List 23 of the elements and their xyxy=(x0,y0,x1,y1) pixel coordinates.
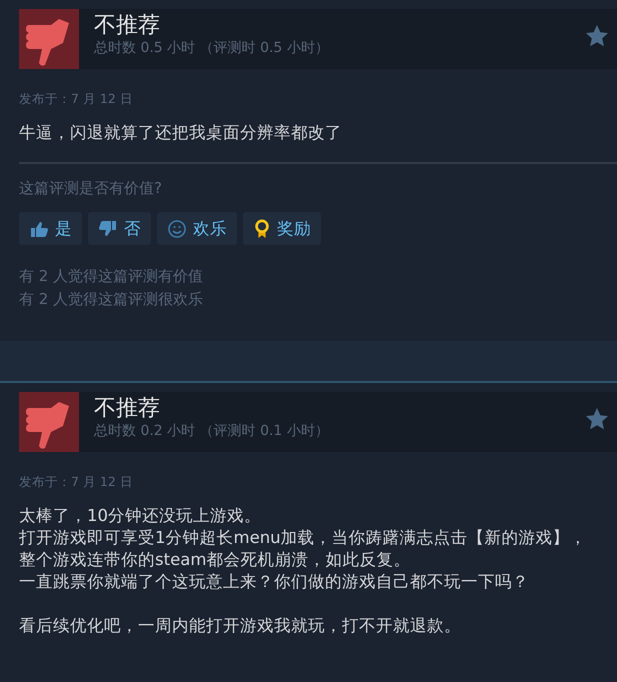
smiley-icon xyxy=(167,218,187,238)
playtime-text: 总时数 0.5 小时 （评测时 0.5 小时） xyxy=(94,39,330,57)
posted-date: 发布于：7 月 12 日 xyxy=(19,474,134,491)
star-icon[interactable] xyxy=(585,407,609,431)
review-text: 打开游戏即可享受1分钟超长menu加载，当你踌躇满志点击【新的游戏】，整个游戏连带你的steam都会死机崩溃，如此反复。 xyxy=(19,527,588,571)
vote-button[interactable]: 欢乐 xyxy=(157,212,237,245)
review-verdict: 不推荐 xyxy=(94,13,161,39)
thumbs-down-icon xyxy=(98,218,118,238)
review-verdict: 不推荐 xyxy=(94,396,161,422)
playtime-text: 总时数 0.2 小时 （评测时 0.1 小时） xyxy=(94,422,330,440)
vote-tally: 有 2 人觉得这篇评测很欢乐 xyxy=(19,289,204,310)
star-icon[interactable] xyxy=(585,24,609,48)
vote-tally: 有 2 人觉得这篇评测有价值 xyxy=(19,266,204,287)
posted-date: 发布于：7 月 12 日 xyxy=(19,91,134,108)
review-text: 一直跳票你就端了个这玩意上来？你们做的游戏自己都不玩一下吗？ xyxy=(19,571,530,593)
vote-button[interactable]: 是 xyxy=(19,212,82,245)
review-text: 牛逼，闪退就算了还把我桌面分辨率都改了 xyxy=(19,122,343,144)
vote-button[interactable]: 否 xyxy=(88,212,151,245)
review-text: 看后续优化吧，一周内能打开游戏我就玩，打不开就退款。 xyxy=(19,615,462,637)
helpful-prompt: 这篇评测是否有价值? xyxy=(19,179,163,198)
review-text: 太棒了，10分钟还没玩上游戏。 xyxy=(19,505,262,527)
award-icon xyxy=(253,218,271,240)
vote-button[interactable]: 奖励 xyxy=(243,212,321,245)
